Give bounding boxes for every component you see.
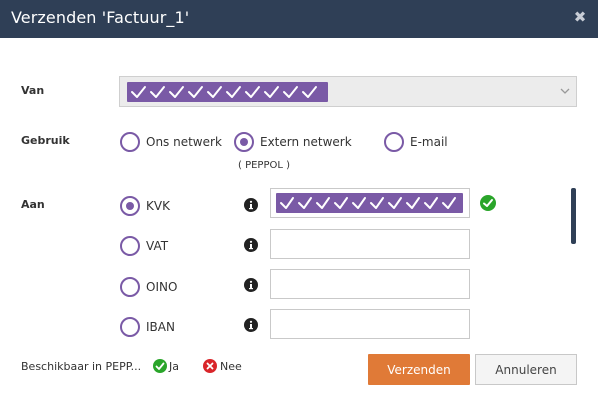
aan-label: Aan [21,198,45,211]
close-icon[interactable]: ✖ [572,6,588,28]
vat-input[interactable] [270,229,470,259]
radio-vat-label: VAT [146,239,169,253]
radio-oino[interactable] [120,277,140,297]
radio-iban[interactable] [120,317,140,337]
van-label: Van [21,84,45,97]
radio-ons-netwerk[interactable] [120,132,140,152]
kvk-masked-value [276,193,463,213]
chevron-down-icon[interactable] [560,86,570,96]
dialog-titlebar: Verzenden 'Factuur_1' ✖ [0,0,598,38]
valid-check-icon [480,195,496,211]
masked-checks [280,197,456,209]
send-button[interactable]: Verzenden [368,354,470,385]
radio-email[interactable] [384,132,404,152]
check-circle-icon [153,359,167,373]
peppol-availability-label: Beschikbaar in PEPP... [21,360,142,373]
info-icon[interactable] [244,278,258,292]
info-icon[interactable] [244,318,258,332]
van-masked-value [127,82,328,102]
scrollbar-thumb[interactable] [571,188,576,244]
masked-checks [131,86,317,98]
radio-extern-netwerk[interactable] [234,132,254,152]
x-circle-icon [203,359,217,373]
info-icon[interactable] [244,198,258,212]
radio-oino-label: OINO [146,280,178,294]
radio-ons-netwerk-label: Ons netwerk [146,135,222,149]
peppol-note: ( PEPPOL ) [238,160,291,171]
cancel-button[interactable]: Annuleren [475,354,577,385]
radio-iban-label: IBAN [146,320,175,334]
gebruik-label: Gebruik [21,134,70,147]
kvk-input[interactable] [270,188,470,218]
oino-input[interactable] [270,269,470,299]
radio-kvk[interactable] [120,196,140,216]
iban-input[interactable] [270,309,470,339]
available-yes: Ja [169,360,179,373]
radio-vat[interactable] [120,236,140,256]
radio-kvk-label: KVK [146,199,170,213]
radio-extern-netwerk-label: Extern netwerk [260,135,352,149]
available-no: Nee [220,360,242,373]
van-select[interactable] [119,76,577,107]
info-icon[interactable] [244,238,258,252]
radio-email-label: E-mail [410,135,448,149]
dialog-title: Verzenden 'Factuur_1' [11,8,190,27]
